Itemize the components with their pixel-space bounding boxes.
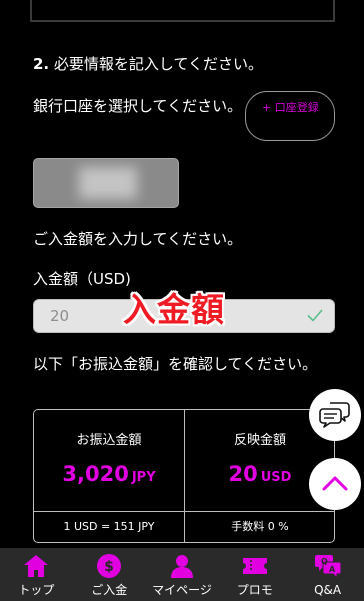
- transfer-amount-value: 3,020: [62, 462, 129, 486]
- deposit-amount-value: 20: [50, 307, 70, 325]
- nav-item-deposit[interactable]: $ ご入金: [73, 548, 146, 601]
- reflect-amount-value: 20: [228, 462, 258, 486]
- nav-label-mypage: マイページ: [152, 583, 212, 597]
- transfer-amount-currency: JPY: [131, 470, 156, 485]
- step-number: 2.: [33, 55, 50, 73]
- nav-label-promo: プロモ: [236, 583, 273, 597]
- nav-item-top[interactable]: トップ: [0, 548, 73, 601]
- reflect-amount-currency: USD: [260, 470, 292, 485]
- step-title-text: 必要情報を記入してください。: [53, 55, 264, 73]
- svg-text:Q: Q: [321, 557, 328, 566]
- nav-item-mypage[interactable]: マイページ: [146, 548, 219, 601]
- confirm-transfer-text: 以下「お振込金額」を確認してください。: [33, 355, 318, 373]
- transfer-amount-label: お振込金額: [76, 433, 142, 448]
- step-title: 2. 必要情報を記入してください。: [33, 54, 333, 74]
- coin-icon: $: [97, 554, 122, 578]
- transfer-amount: 3,020 JPY: [34, 462, 184, 486]
- bank-select-label: 銀行口座を選択してください。: [33, 97, 243, 115]
- nav-label-deposit: ご入金: [91, 583, 128, 597]
- exchange-rate: 1 USD = 151 JPY: [63, 520, 155, 533]
- deposit-amount-prompt: ご入金額を入力してください。: [33, 230, 243, 248]
- qa-icon: Q A: [314, 555, 342, 579]
- summary-divider-horizontal: [34, 511, 334, 512]
- chevron-up-icon: [322, 476, 348, 491]
- scroll-to-top-button[interactable]: [309, 458, 361, 510]
- ticket-icon: [242, 558, 267, 574]
- reflect-amount-label: 反映金額: [233, 433, 286, 448]
- check-icon: [307, 309, 323, 322]
- svg-text:$: $: [104, 559, 114, 575]
- deposit-amount-label: 入金額（USD): [33, 270, 131, 288]
- bottom-navigation: トップ $ ご入金 マイページ プロモ Q A Q&A: [0, 548, 364, 601]
- deposit-amount-annotation: 入金額: [123, 290, 225, 329]
- nav-item-qa[interactable]: Q A Q&A: [291, 548, 364, 601]
- chat-icon: [319, 402, 350, 428]
- fee-rate: 手数料 0 %: [231, 520, 289, 533]
- home-icon: [24, 555, 49, 577]
- blurred-bank-logo: [79, 167, 137, 199]
- nav-label-top: トップ: [18, 583, 55, 597]
- transfer-summary-table: お振込金額 3,020 JPY 1 USD = 151 JPY 反映金額 20 US…: [33, 409, 335, 543]
- chat-button[interactable]: [309, 389, 361, 441]
- svg-text:A: A: [329, 565, 336, 574]
- add-bank-account-button[interactable]: + 口座登録: [245, 91, 335, 141]
- previous-section-frame: [30, 0, 335, 22]
- user-icon: [170, 555, 193, 578]
- nav-label-qa: Q&A: [314, 583, 342, 597]
- bank-account-card[interactable]: [33, 158, 179, 208]
- nav-item-promo[interactable]: プロモ: [218, 548, 291, 601]
